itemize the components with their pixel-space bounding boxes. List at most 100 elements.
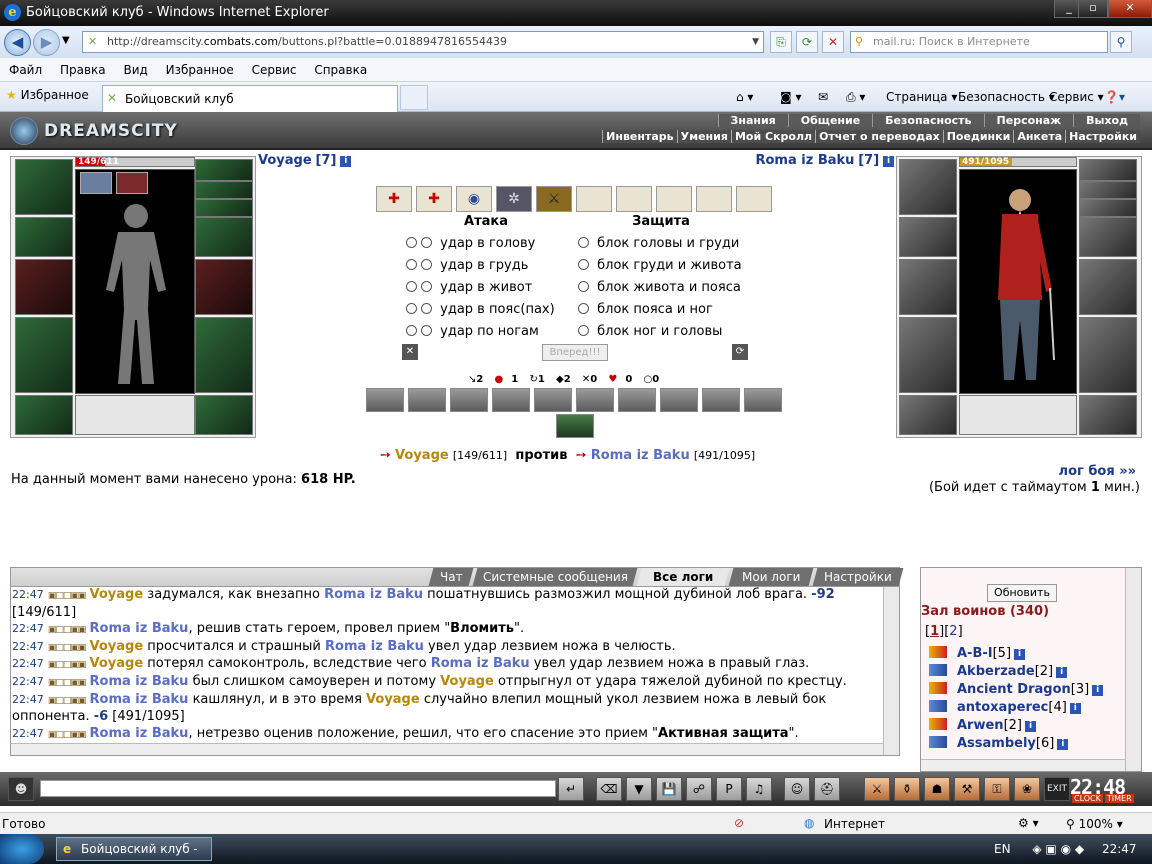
pants-slot[interactable] — [195, 317, 253, 393]
empty-slots[interactable] — [75, 395, 195, 435]
tab-chat-settings[interactable]: Настройки — [812, 568, 904, 586]
nav-exit[interactable]: Выход — [1073, 114, 1140, 127]
nav-profile[interactable]: Анкета — [1013, 130, 1066, 143]
attack-icon[interactable]: ⚔ — [864, 777, 890, 801]
nav-knowledge[interactable]: Знания — [717, 114, 788, 127]
print-icon[interactable]: ⎙ ▾ — [846, 90, 865, 105]
stop-icon[interactable]: ✕ — [822, 31, 844, 53]
menu-file[interactable]: Файл — [9, 58, 42, 82]
chat-actor[interactable]: Roma iz Baku — [90, 621, 189, 636]
maximize-button[interactable]: ▫ — [1078, 0, 1108, 18]
tray-icons[interactable]: ◈ ▣ ◉ ◆ — [1032, 842, 1084, 856]
lock-icon[interactable]: ⚿ — [984, 777, 1010, 801]
opp-belt-slot[interactable] — [899, 395, 957, 435]
armor-slot[interactable] — [15, 317, 73, 393]
back-button[interactable]: ◀ — [4, 29, 31, 56]
heal-skill-icon[interactable]: ✚ — [376, 186, 412, 212]
player-name[interactable]: Voyage [7] i — [258, 153, 352, 168]
info-icon[interactable]: i — [340, 156, 352, 167]
radio-attack-1b[interactable] — [421, 237, 432, 248]
attack-belt-row[interactable]: удар в пояс(пах) — [406, 299, 555, 321]
page-menu[interactable]: Страница ▾ — [886, 90, 957, 104]
info-icon[interactable]: i — [1069, 703, 1081, 714]
radio-defense-5[interactable] — [578, 325, 589, 336]
player-list-item[interactable]: A-B-I[5] i — [929, 646, 1026, 661]
send-icon[interactable]: ↵ — [558, 777, 584, 801]
radio-attack-4a[interactable] — [406, 303, 417, 314]
effect-icon[interactable] — [534, 388, 572, 412]
helmet-slot[interactable] — [15, 159, 73, 215]
service-menu[interactable]: Сервис ▾ — [1049, 90, 1104, 104]
chat-target[interactable]: Roma iz Baku — [324, 587, 423, 602]
exit-icon[interactable]: EXIT — [1044, 777, 1070, 801]
menu-edit[interactable]: Правка — [60, 58, 106, 82]
empty-skill-slot[interactable] — [736, 186, 772, 212]
refresh-battle-icon[interactable]: ⟳ — [732, 344, 748, 360]
popup-blocker-icon[interactable]: ⊘ — [734, 816, 744, 830]
page-2-link[interactable]: 2 — [949, 624, 957, 639]
emoticon-icon[interactable]: ☺ — [784, 777, 810, 801]
start-button[interactable] — [0, 834, 44, 864]
chat-actor[interactable]: Voyage — [90, 639, 144, 654]
filter-icon[interactable]: ▼ — [626, 777, 652, 801]
players-scrollbar[interactable] — [1125, 568, 1141, 771]
menu-help[interactable]: Справка — [314, 58, 367, 82]
empty-skill-slot[interactable] — [576, 186, 612, 212]
player-nick[interactable]: Ancient Dragon — [957, 682, 1071, 697]
info-icon[interactable]: i — [1024, 721, 1036, 732]
save-icon[interactable]: 💾 — [656, 777, 682, 801]
player-nick[interactable]: Akberzade — [957, 664, 1035, 679]
empty-skill-slot[interactable] — [616, 186, 652, 212]
mail-icon[interactable]: ✉ — [818, 90, 828, 104]
nav-skills[interactable]: Умения — [676, 130, 731, 143]
versus-right-name[interactable]: Roma iz Baku — [591, 448, 690, 463]
attack-legs-row[interactable]: удар по ногам — [406, 321, 539, 343]
defense-row-5[interactable]: блок ног и головы — [578, 321, 722, 343]
opp-amulet-slot[interactable] — [1079, 181, 1137, 199]
tab-combats[interactable]: ✕ Бойцовский клуб — [102, 85, 398, 112]
opp-helmet-slot[interactable] — [899, 159, 957, 215]
opp-shield-slot[interactable] — [1079, 259, 1137, 315]
earrings-slot[interactable] — [195, 159, 253, 181]
chat-actor[interactable]: Voyage — [90, 587, 144, 602]
player-nick[interactable]: Assambely — [957, 736, 1036, 751]
go-button[interactable]: Вперед!!! — [542, 344, 608, 361]
player-list-item[interactable]: Ancient Dragon[3] i — [929, 682, 1104, 697]
player-nick[interactable]: A-B-I — [957, 646, 993, 661]
tools-icon[interactable]: ⚒ — [954, 777, 980, 801]
effect-icon[interactable] — [408, 388, 446, 412]
info-icon[interactable]: i — [1056, 667, 1068, 678]
home-icon[interactable]: ⌂ ▾ — [736, 90, 753, 104]
weapon-skill-icon[interactable]: ⚔ — [536, 186, 572, 212]
close-button[interactable]: ✕ — [1108, 0, 1152, 18]
radio-attack-5a[interactable] — [406, 325, 417, 336]
mask-icon[interactable]: ☗ — [924, 777, 950, 801]
info-icon[interactable]: i — [1014, 649, 1026, 660]
empty-skill-slot[interactable] — [696, 186, 732, 212]
radio-attack-4b[interactable] — [421, 303, 432, 314]
opp-empty-slots[interactable] — [959, 395, 1077, 435]
feeds-icon[interactable]: ◙ ▾ — [780, 90, 801, 104]
defense-row-4[interactable]: блок пояса и ног — [578, 299, 713, 321]
radio-attack-2b[interactable] — [421, 259, 432, 270]
menu-view[interactable]: Вид — [123, 58, 147, 82]
radio-attack-1a[interactable] — [406, 237, 417, 248]
player-list-item[interactable]: Akberzade[2] i — [929, 664, 1068, 679]
opp-boots-slot[interactable] — [1079, 395, 1137, 435]
effect-icon[interactable] — [450, 388, 488, 412]
effect-icon[interactable] — [702, 388, 740, 412]
chat-scrollbar[interactable] — [883, 587, 899, 755]
chat-actor[interactable]: Roma iz Baku — [90, 692, 189, 707]
boots-slot[interactable] — [195, 395, 253, 435]
helmet-icon[interactable]: ⛑ — [814, 777, 840, 801]
radio-attack-5b[interactable] — [421, 325, 432, 336]
radio-attack-3b[interactable] — [421, 281, 432, 292]
belt-slot[interactable] — [15, 395, 73, 435]
opp-gloves-slot[interactable] — [1079, 217, 1137, 257]
player-nick[interactable]: antoxaperec — [957, 700, 1048, 715]
address-dropdown-icon[interactable]: ▼ — [752, 32, 759, 52]
effect-icon[interactable] — [492, 388, 530, 412]
opponent-name[interactable]: Roma iz Baku [7] i — [755, 153, 894, 168]
flower-icon[interactable]: ❀ — [1014, 777, 1040, 801]
player-nick[interactable]: Arwen — [957, 718, 1004, 733]
